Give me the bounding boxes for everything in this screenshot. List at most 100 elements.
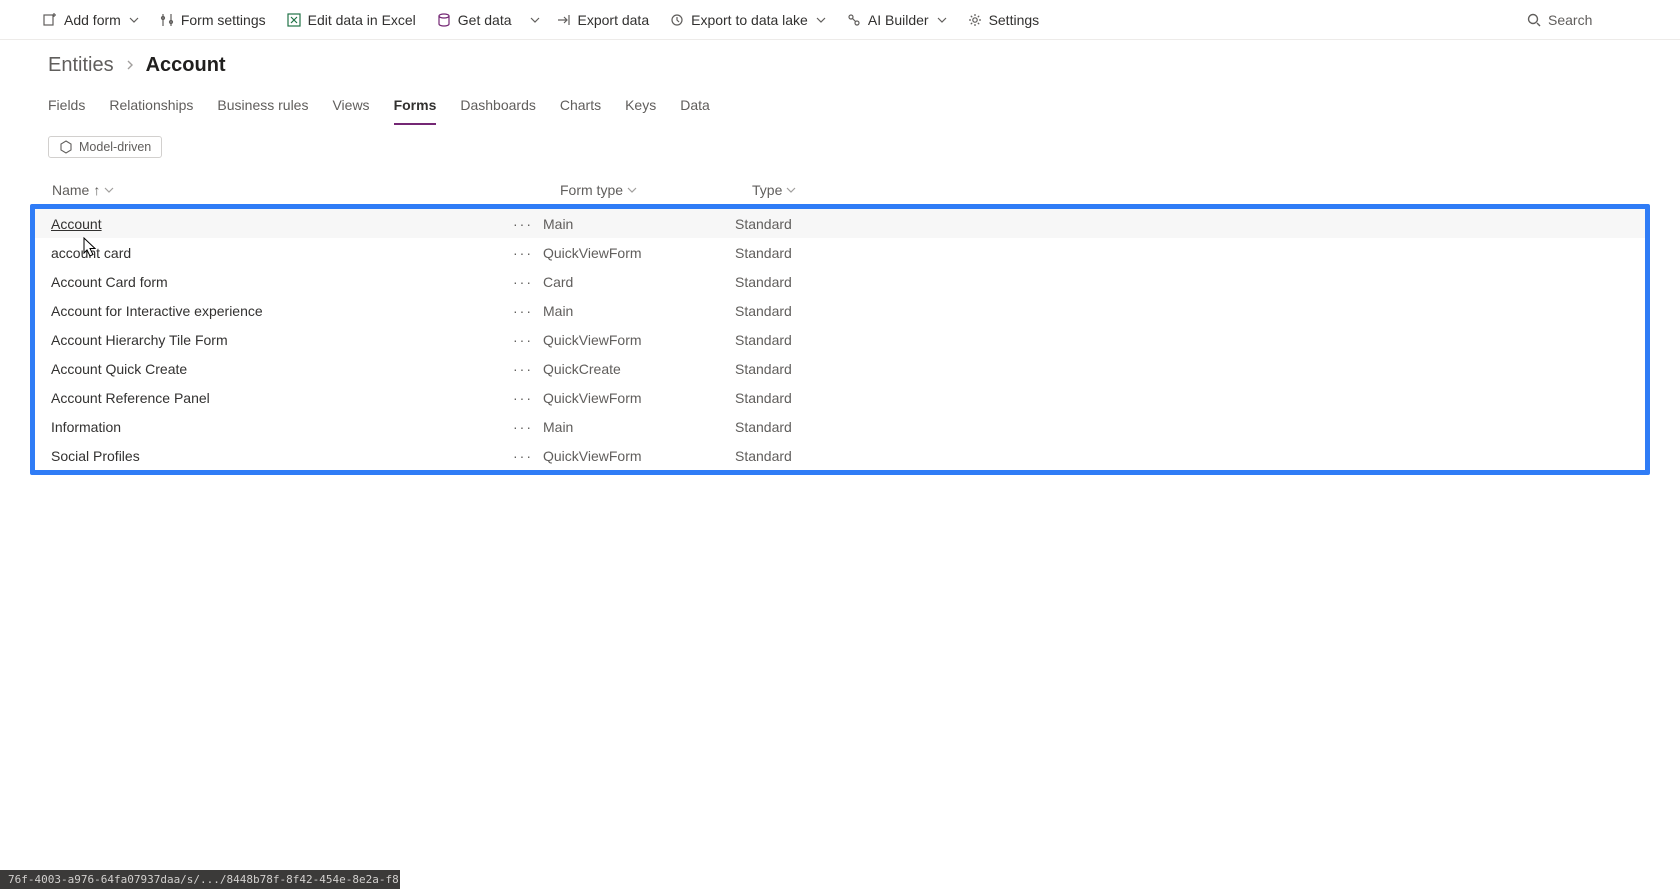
table-row[interactable]: Account Hierarchy Tile Form···QuickViewF…: [35, 325, 1645, 354]
type-value: Standard: [735, 274, 1645, 290]
table-highlight: Account···MainStandardaccount card···Qui…: [30, 204, 1650, 475]
form-type-value: QuickViewForm: [543, 332, 735, 348]
form-name-link[interactable]: Social Profiles: [35, 448, 503, 464]
form-name-link[interactable]: Account: [35, 216, 503, 232]
model-driven-filter[interactable]: Model-driven: [48, 136, 162, 158]
tab-charts[interactable]: Charts: [560, 89, 601, 125]
form-type-value: QuickViewForm: [543, 390, 735, 406]
tab-forms[interactable]: Forms: [394, 89, 437, 125]
search-icon: [1526, 12, 1542, 28]
export-lake-button[interactable]: Export to data lake: [659, 0, 836, 39]
form-type-value: QuickViewForm: [543, 245, 735, 261]
row-more-button[interactable]: ···: [503, 245, 543, 261]
row-more-button[interactable]: ···: [503, 303, 543, 319]
form-type-value: Main: [543, 216, 735, 232]
gear-icon: [967, 12, 983, 28]
tab-keys[interactable]: Keys: [625, 89, 656, 125]
form-name-link[interactable]: Information: [35, 419, 503, 435]
type-value: Standard: [735, 361, 1645, 377]
form-type-value: Main: [543, 303, 735, 319]
filter-row: Model-driven: [0, 126, 1680, 158]
table-row[interactable]: Social Profiles···QuickViewFormStandard: [35, 441, 1645, 470]
get-data-label: Get data: [458, 12, 512, 28]
chevron-down-icon: [786, 182, 796, 198]
table-row[interactable]: Information···MainStandard: [35, 412, 1645, 441]
row-more-button[interactable]: ···: [503, 274, 543, 290]
edit-excel-label: Edit data in Excel: [308, 12, 416, 28]
form-name-link[interactable]: Account Hierarchy Tile Form: [35, 332, 503, 348]
form-settings-label: Form settings: [181, 12, 266, 28]
search-input[interactable]: Search: [1512, 0, 1672, 39]
form-name-link[interactable]: Account for Interactive experience: [35, 303, 503, 319]
ai-builder-button[interactable]: AI Builder: [836, 0, 957, 39]
col-type-header[interactable]: Type: [752, 182, 1644, 204]
col-type-label: Type: [752, 182, 782, 198]
search-placeholder: Search: [1548, 12, 1592, 28]
form-settings-button[interactable]: Form settings: [149, 0, 276, 39]
export-lake-label: Export to data lake: [691, 12, 808, 28]
data-lake-icon: [669, 12, 685, 28]
col-formtype-label: Form type: [560, 182, 623, 198]
table-row[interactable]: Account for Interactive experience···Mai…: [35, 296, 1645, 325]
breadcrumb-root[interactable]: Entities: [48, 54, 114, 77]
type-value: Standard: [735, 332, 1645, 348]
chevron-down-icon: [816, 12, 826, 28]
export-data-label: Export data: [578, 12, 650, 28]
row-more-button[interactable]: ···: [503, 332, 543, 348]
table-header: Name ↑ Form type Type: [30, 182, 1650, 204]
database-icon: [436, 12, 452, 28]
forms-table: Name ↑ Form type Type Account···MainStan…: [0, 158, 1680, 475]
tab-fields[interactable]: Fields: [48, 89, 85, 125]
sliders-icon: [159, 12, 175, 28]
table-row[interactable]: Account Quick Create···QuickCreateStanda…: [35, 354, 1645, 383]
table-row[interactable]: Account···MainStandard: [35, 209, 1645, 238]
row-more-button[interactable]: ···: [503, 390, 543, 406]
chevron-down-icon: [937, 12, 947, 28]
model-driven-icon: [59, 140, 73, 154]
tab-views[interactable]: Views: [332, 89, 369, 125]
settings-label: Settings: [989, 12, 1040, 28]
form-name-link[interactable]: Account Card form: [35, 274, 503, 290]
sort-ascending-icon: ↑: [93, 182, 100, 198]
tab-dashboards[interactable]: Dashboards: [460, 89, 536, 125]
ai-builder-icon: [846, 12, 862, 28]
form-name-link[interactable]: account card: [35, 245, 503, 261]
table-row[interactable]: Account Reference Panel···QuickViewFormS…: [35, 383, 1645, 412]
form-type-value: QuickCreate: [543, 361, 735, 377]
type-value: Standard: [735, 245, 1645, 261]
tab-relationships[interactable]: Relationships: [109, 89, 193, 125]
form-type-value: Card: [543, 274, 735, 290]
row-more-button[interactable]: ···: [503, 216, 543, 232]
entity-tabs: Fields Relationships Business rules View…: [0, 83, 1680, 126]
chevron-down-icon: [129, 12, 139, 28]
edit-excel-button[interactable]: Edit data in Excel: [276, 0, 426, 39]
type-value: Standard: [735, 448, 1645, 464]
type-value: Standard: [735, 390, 1645, 406]
command-bar: Add form Form settings Edit data in Exce…: [0, 0, 1680, 40]
type-value: Standard: [735, 419, 1645, 435]
table-row[interactable]: Account Card form···CardStandard: [35, 267, 1645, 296]
table-row[interactable]: account card···QuickViewFormStandard: [35, 238, 1645, 267]
export-data-button[interactable]: Export data: [546, 0, 660, 39]
tab-data[interactable]: Data: [680, 89, 710, 125]
get-data-split-button[interactable]: [522, 0, 546, 39]
chevron-right-icon: [124, 58, 136, 74]
form-type-value: Main: [543, 419, 735, 435]
form-type-value: QuickViewForm: [543, 448, 735, 464]
row-more-button[interactable]: ···: [503, 448, 543, 464]
breadcrumb: Entities Account: [0, 40, 1680, 83]
get-data-button[interactable]: Get data: [426, 0, 522, 39]
form-name-link[interactable]: Account Reference Panel: [35, 390, 503, 406]
settings-button[interactable]: Settings: [957, 0, 1050, 39]
add-form-label: Add form: [64, 12, 121, 28]
chevron-down-icon: [104, 182, 114, 198]
export-icon: [556, 12, 572, 28]
breadcrumb-current: Account: [146, 54, 226, 77]
tab-business-rules[interactable]: Business rules: [217, 89, 308, 125]
row-more-button[interactable]: ···: [503, 419, 543, 435]
row-more-button[interactable]: ···: [503, 361, 543, 377]
add-form-button[interactable]: Add form: [32, 0, 149, 39]
form-name-link[interactable]: Account Quick Create: [35, 361, 503, 377]
col-name-header[interactable]: Name ↑: [52, 182, 560, 204]
col-formtype-header[interactable]: Form type: [560, 182, 752, 204]
